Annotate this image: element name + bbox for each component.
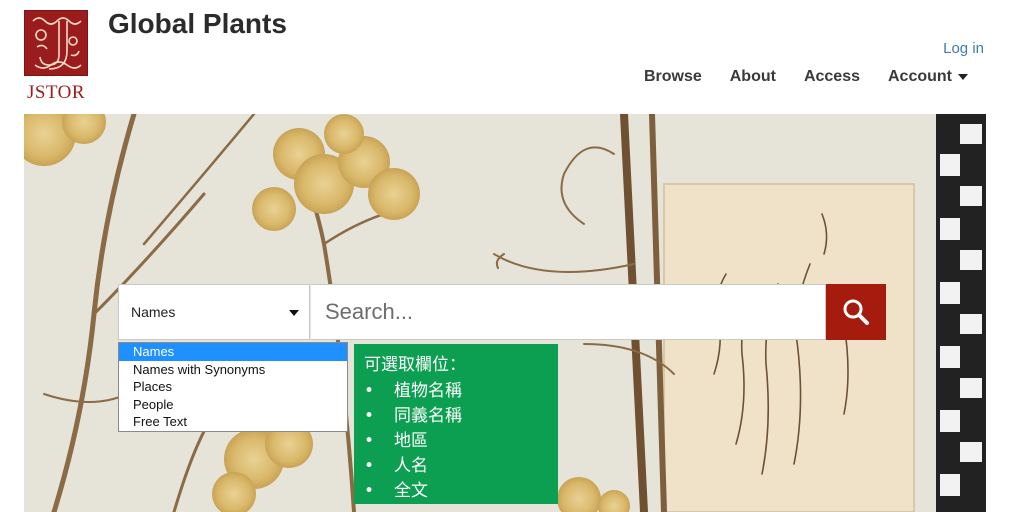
annotation-list: • 植物名稱 • 同義名稱 • 地區 • 人名 • 全文 xyxy=(364,379,548,504)
dropdown-option-names[interactable]: Names xyxy=(119,343,347,361)
annotation-item: • 人名 xyxy=(364,456,428,476)
search-field-dropdown: Names Names with Synonyms Places People … xyxy=(118,342,348,432)
nav-account[interactable]: Account xyxy=(888,68,968,86)
search-field-select[interactable]: Names xyxy=(118,284,310,340)
dropdown-option-free-text[interactable]: Free Text xyxy=(119,413,347,431)
annotation-callout: 可選取欄位： • 植物名稱 • 同義名稱 • 地區 • 人名 • 全文 xyxy=(354,344,558,504)
annotation-item: • 同義名稱 xyxy=(364,406,462,426)
dropdown-option-names-with-synonyms[interactable]: Names with Synonyms xyxy=(119,361,347,379)
main-nav: Browse About Access Account xyxy=(644,68,968,86)
nav-access[interactable]: Access xyxy=(804,68,860,86)
dropdown-option-places[interactable]: Places xyxy=(119,378,347,396)
annotation-title: 可選取欄位： xyxy=(364,355,466,375)
nav-account-label: Account xyxy=(888,68,952,85)
nav-about-label: About xyxy=(729,68,776,85)
nav-browse-label: Browse xyxy=(643,68,702,85)
caret-down-icon xyxy=(958,74,968,80)
site-title[interactable]: Global Plants xyxy=(108,8,287,40)
search-button[interactable] xyxy=(826,284,886,340)
search-icon xyxy=(843,299,869,325)
dropdown-option-people[interactable]: People xyxy=(119,396,347,414)
jstor-logo[interactable]: JSTOR xyxy=(24,10,88,104)
logo-text: JSTOR xyxy=(26,82,86,103)
annotation-item: • 植物名稱 xyxy=(364,381,462,401)
jstor-emblem-icon xyxy=(24,10,88,76)
nav-browse[interactable]: Browse xyxy=(644,68,702,86)
nav-access-label: Access xyxy=(803,68,860,85)
dropdown-caret-icon xyxy=(289,310,299,316)
login-link[interactable]: Log in xyxy=(943,40,984,57)
search-input[interactable] xyxy=(311,284,826,340)
nav-about[interactable]: About xyxy=(730,68,776,86)
search-field-selected-value: Names xyxy=(131,304,176,320)
annotation-item: • 地區 xyxy=(364,431,428,451)
annotation-item: • 全文 xyxy=(364,481,428,501)
